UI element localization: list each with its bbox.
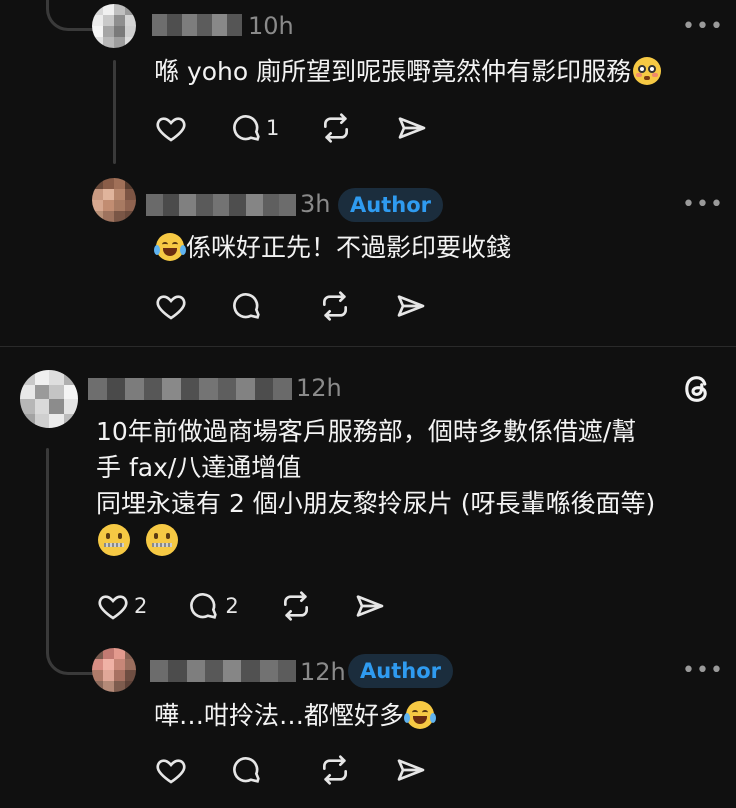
comment-text: 10年前做過商場客戶服務部，個時多數係借遮/幫 手 fax/八達通增值 同埋永遠… <box>96 414 716 561</box>
avatar[interactable] <box>92 4 136 48</box>
reply-button[interactable]: 1 <box>230 112 279 144</box>
repost-button[interactable] <box>279 590 313 622</box>
comment-icon <box>233 115 260 141</box>
author-badge: Author <box>338 188 443 222</box>
tears-of-joy-icon <box>154 233 186 261</box>
comment-icon <box>233 757 260 783</box>
thread-connector <box>46 0 95 31</box>
username-blurred[interactable] <box>150 660 296 682</box>
action-bar <box>154 752 428 788</box>
thread-divider <box>0 346 736 347</box>
repost-button[interactable] <box>319 112 353 144</box>
timestamp: 12h <box>296 374 342 402</box>
action-bar: 1 <box>154 110 429 146</box>
zipper-mouth-face-icon <box>98 524 130 556</box>
comment-line: 同埋永遠有 2 個小朋友黎拎尿片 (呀長輩喺後面等) <box>96 489 656 518</box>
send-icon <box>399 117 426 139</box>
more-options-icon[interactable]: ••• <box>682 192 724 217</box>
comment-icon <box>190 593 218 619</box>
threads-logo-icon[interactable] <box>680 372 714 406</box>
comment-text: 嘩…咁拎法…都慳好多 <box>154 698 437 734</box>
share-button[interactable] <box>394 754 428 786</box>
like-count: 2 <box>134 594 148 618</box>
reply-button[interactable]: 2 <box>187 590 239 622</box>
share-button[interactable] <box>394 290 428 322</box>
tears-of-joy-icon <box>404 701 437 729</box>
thread-line <box>46 448 49 634</box>
send-icon <box>356 595 384 617</box>
comment-text: 係咪好正先！不過影印要收錢 <box>154 230 511 266</box>
heart-icon <box>98 595 128 620</box>
repost-icon <box>283 591 308 621</box>
action-bar: 2 2 <box>96 588 387 624</box>
avatar[interactable] <box>92 178 136 222</box>
username-blurred[interactable] <box>146 194 297 216</box>
share-button[interactable] <box>353 590 387 622</box>
send-icon <box>397 759 425 781</box>
heart-icon <box>156 295 186 320</box>
repost-icon <box>324 113 349 143</box>
repost-icon <box>323 755 347 785</box>
timestamp: 3h <box>300 190 331 218</box>
more-options-icon[interactable]: ••• <box>682 658 724 683</box>
reply-button[interactable] <box>230 754 264 786</box>
thread-line <box>113 60 116 164</box>
avatar[interactable] <box>20 370 78 428</box>
reply-count: 1 <box>266 116 280 140</box>
share-button[interactable] <box>395 112 429 144</box>
reply-count: 2 <box>225 594 239 618</box>
emoji-row <box>96 524 716 561</box>
comment-icon <box>233 293 260 319</box>
comment-line: 10年前做過商場客戶服務部，個時多數係借遮/幫 <box>96 417 637 446</box>
action-bar <box>154 288 428 324</box>
repost-button[interactable] <box>318 290 352 322</box>
flushed-face-icon <box>633 57 662 85</box>
avatar[interactable] <box>92 648 136 692</box>
reply-button[interactable] <box>230 290 264 322</box>
heart-icon <box>156 759 186 784</box>
more-options-icon[interactable]: ••• <box>682 14 724 39</box>
like-button[interactable] <box>154 112 188 144</box>
send-icon <box>397 295 425 317</box>
repost-button[interactable] <box>318 754 352 786</box>
thread-connector <box>46 620 95 675</box>
like-button[interactable]: 2 <box>96 590 147 622</box>
username-blurred[interactable] <box>152 14 242 36</box>
zipper-mouth-face-icon <box>145 524 178 556</box>
repost-icon <box>323 291 347 321</box>
timestamp: 12h <box>300 658 346 686</box>
heart-icon <box>156 117 186 142</box>
like-button[interactable] <box>154 754 188 786</box>
username-blurred[interactable] <box>88 378 293 400</box>
comment-text: 喺 yoho 廁所望到呢張嘢竟然仲有影印服務 <box>154 54 663 90</box>
timestamp: 10h <box>248 12 294 40</box>
comment-line: 手 fax/八達通增值 <box>96 453 302 482</box>
author-badge: Author <box>348 654 453 688</box>
like-button[interactable] <box>154 290 188 322</box>
